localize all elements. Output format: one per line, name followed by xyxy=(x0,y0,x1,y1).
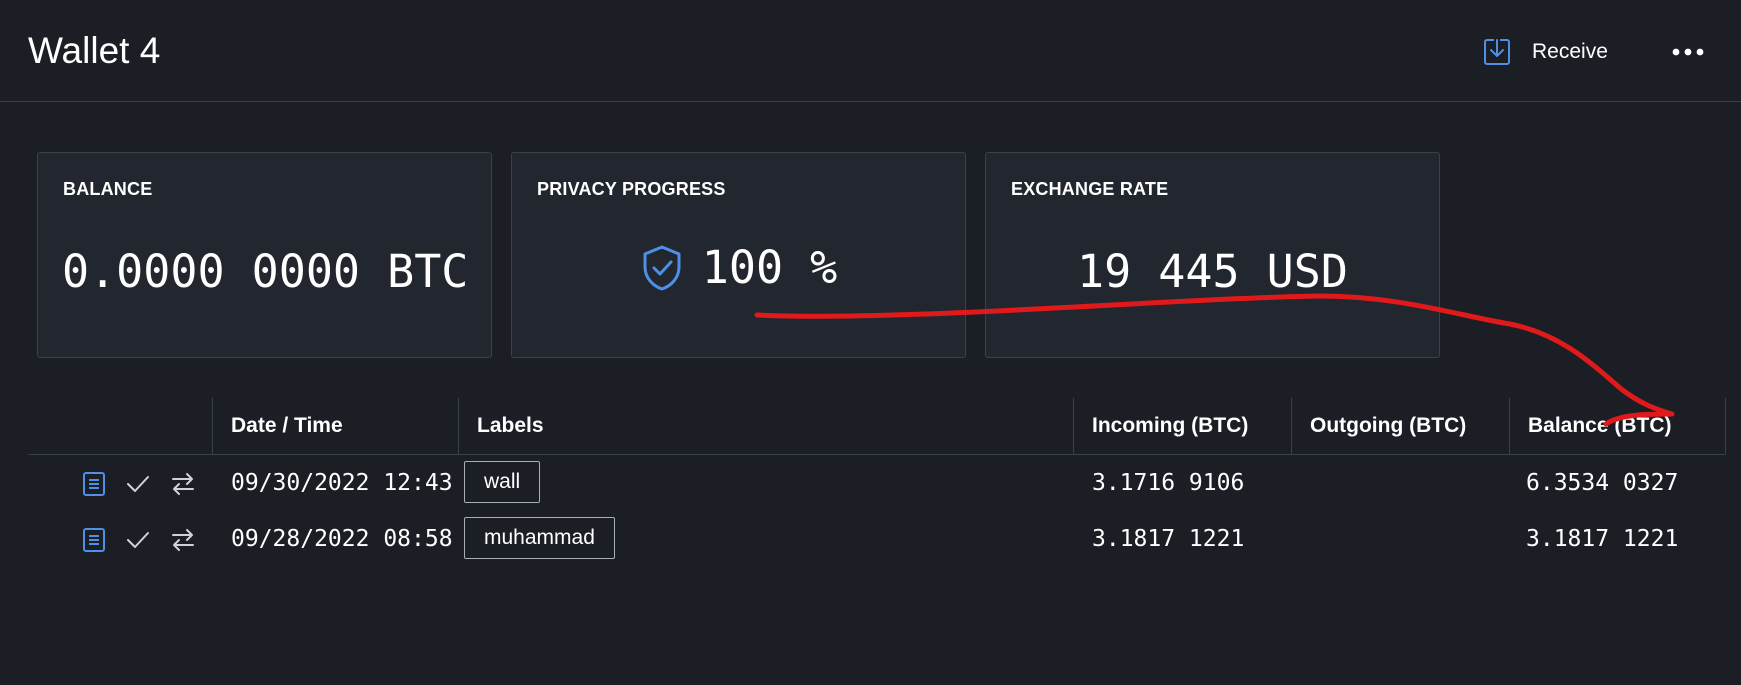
row-incoming: 3.1817 1221 xyxy=(1092,526,1245,552)
checkmark-icon xyxy=(127,532,149,548)
label-chip[interactable]: wall xyxy=(464,461,541,503)
transactions-table: Date / Time Labels Incoming (BTC) Outgoi… xyxy=(28,398,1726,567)
document-icon[interactable] xyxy=(81,471,107,497)
receive-button[interactable]: Receive xyxy=(1482,34,1608,70)
column-header-balance[interactable]: Balance (BTC) xyxy=(1509,398,1726,454)
transfer-arrows-icon xyxy=(172,473,194,495)
table-row[interactable]: 09/28/2022 08:58 muhammad 3.1817 1221 3.… xyxy=(28,511,1726,567)
column-header-labels[interactable]: Labels xyxy=(458,398,1073,454)
exchange-rate-card: EXCHANGE RATE 19 445 USD xyxy=(985,152,1440,358)
row-balance: 6.3534 0327 xyxy=(1526,470,1679,496)
balance-value: 0.0000 0000 BTC xyxy=(62,245,469,298)
row-incoming: 3.1716 9106 xyxy=(1092,470,1245,496)
checkmark-icon xyxy=(127,476,149,492)
column-header-date[interactable]: Date / Time xyxy=(212,398,458,454)
download-icon xyxy=(1484,38,1510,65)
balance-card-title: BALANCE xyxy=(63,179,153,199)
document-icon[interactable] xyxy=(81,527,107,553)
privacy-value: 100 % xyxy=(701,241,838,294)
label-chip[interactable]: muhammad xyxy=(464,517,615,559)
more-horizontal-icon[interactable] xyxy=(1668,40,1708,64)
wallet-title: Wallet 4 xyxy=(28,30,161,71)
row-balance: 3.1817 1221 xyxy=(1526,526,1679,552)
shield-check-icon xyxy=(643,245,681,290)
table-row[interactable]: 09/30/2022 12:43 wall 3.1716 9106 6.3534… xyxy=(28,455,1726,511)
privacy-progress-card: PRIVACY PROGRESS 100 % xyxy=(511,152,966,358)
transfer-arrows-icon xyxy=(172,529,194,551)
header-bar: Wallet 4 Receive xyxy=(0,0,1741,102)
column-header-incoming[interactable]: Incoming (BTC) xyxy=(1073,398,1291,454)
privacy-card-title: PRIVACY PROGRESS xyxy=(537,179,726,199)
exchange-card-title: EXCHANGE RATE xyxy=(1011,179,1169,199)
row-date: 09/28/2022 08:58 xyxy=(231,526,453,552)
row-date: 09/30/2022 12:43 xyxy=(231,470,453,496)
exchange-value: 19 445 USD xyxy=(1077,245,1348,298)
receive-label: Receive xyxy=(1532,40,1608,63)
table-header: Date / Time Labels Incoming (BTC) Outgoi… xyxy=(28,398,1726,455)
column-header-outgoing[interactable]: Outgoing (BTC) xyxy=(1291,398,1509,454)
balance-card: BALANCE 0.0000 0000 BTC xyxy=(37,152,492,358)
